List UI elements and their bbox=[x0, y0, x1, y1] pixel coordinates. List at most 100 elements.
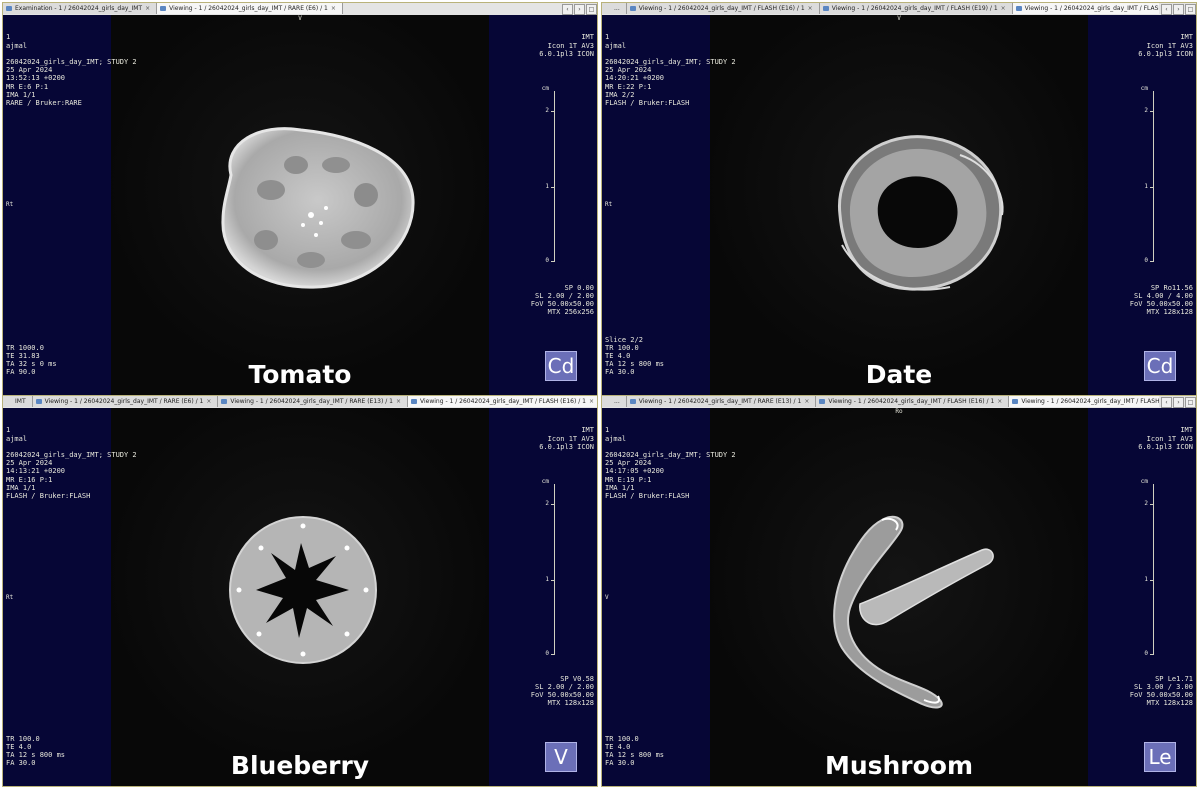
close-icon[interactable]: × bbox=[1001, 5, 1006, 12]
scroll-right-button[interactable]: › bbox=[574, 4, 585, 15]
tab-examination[interactable]: Examination - 1 / 26042024_girls_day_IMT… bbox=[3, 3, 158, 14]
sequence-params-right: SP Le1.71 SL 3.00 / 3.00 FoV 50.00x50.00 MT… bbox=[1129, 674, 1193, 708]
maximize-button[interactable]: □ bbox=[1185, 397, 1196, 408]
system-info: IMT Icon 1T AV3 6.0.1pl3 ICON bbox=[1138, 33, 1193, 58]
orientation-cube-icon[interactable]: Cd bbox=[545, 351, 577, 381]
image-viewport[interactable]: Mushroom Ro V 1 ajmal 26042024_girls_day_I… bbox=[602, 408, 1196, 786]
tab-viewing-flash-e16[interactable]: Viewing - 1 / 26042024_girls_day_IMT / F… bbox=[816, 396, 1010, 407]
close-icon[interactable]: × bbox=[331, 5, 336, 12]
scroll-left-button[interactable]: ‹ bbox=[1161, 4, 1172, 15]
patient-info: 1 ajmal 26042024_girls_day_IMT; STUDY 2 25 … bbox=[6, 33, 137, 107]
patient-info: 1 ajmal 26042024_girls_day_IMT; STUDY 2 25 … bbox=[6, 426, 137, 500]
scale-tick-label: 1 bbox=[545, 183, 549, 190]
tab-viewing-flash-e16[interactable]: Viewing - 1 / 26042024_girls_day_IMT / F… bbox=[408, 396, 597, 407]
tab-viewing-rare-e6[interactable]: Viewing - 1 / 26042024_girls_day_IMT / R… bbox=[157, 3, 343, 14]
window-buttons: ‹ › □ bbox=[1159, 3, 1196, 15]
scale-tick-label: 0 bbox=[1144, 257, 1148, 264]
mri-image-area[interactable]: Mushroom bbox=[710, 408, 1088, 786]
tab-overflow[interactable]: ... bbox=[602, 3, 627, 14]
system-info: IMT Icon 1T AV3 6.0.1pl3 ICON bbox=[539, 426, 594, 451]
tab-viewing-flash-e16[interactable]: Viewing - 1 / 26042024_girls_day_IMT / F… bbox=[626, 3, 820, 14]
document-icon bbox=[6, 6, 12, 11]
tab-viewing-flash-e19[interactable]: Viewing - 1 / 26042024_girls_day_IMT / F… bbox=[819, 3, 1013, 14]
document-icon bbox=[160, 6, 167, 11]
orientation-cube-icon[interactable]: V bbox=[545, 742, 577, 772]
close-icon[interactable]: × bbox=[997, 398, 1002, 405]
document-icon bbox=[411, 399, 418, 404]
blueberry-mri-slice bbox=[229, 516, 377, 664]
image-viewport[interactable]: Tomato V Rt 1 ajmal 26042024_girls_day_IMT… bbox=[3, 15, 597, 395]
maximize-button[interactable]: □ bbox=[1185, 4, 1196, 15]
scale-tick-label: 1 bbox=[1144, 183, 1148, 190]
image-viewport[interactable]: Date V Rt 1 ajmal 26042024_girls_day_IMT; … bbox=[602, 15, 1196, 395]
patient-info: 1 ajmal 26042024_girls_day_IMT; STUDY 2 25 … bbox=[605, 33, 736, 107]
orientation-label-top: V bbox=[298, 15, 302, 22]
scale-tick-label: 0 bbox=[1144, 650, 1148, 657]
orientation-label-top: Ro bbox=[895, 408, 903, 415]
sequence-params-right: SP 0.00 SL 2.00 / 2.00 FoV 50.00x50.00 MTX … bbox=[530, 283, 594, 317]
tab-viewing-rare-e13[interactable]: Viewing - 1 / 26042024_girls_day_IMT / R… bbox=[218, 396, 409, 407]
window-buttons: ‹ › □ bbox=[1159, 396, 1196, 408]
scroll-left-button[interactable]: ‹ bbox=[1161, 397, 1172, 408]
tomato-mri-slice bbox=[221, 127, 415, 289]
window-buttons: ‹ › □ bbox=[560, 3, 597, 15]
tab-overflow[interactable]: IMT bbox=[3, 396, 33, 407]
close-icon[interactable]: × bbox=[145, 5, 150, 12]
sequence-params-left: TR 100.0 TE 4.0 TA 12 s 800 ms FA 30.0 bbox=[605, 734, 665, 768]
document-icon bbox=[629, 6, 636, 11]
scroll-left-button[interactable]: ‹ bbox=[562, 4, 573, 15]
system-info: IMT Icon 1T AV3 6.0.1pl3 ICON bbox=[539, 33, 594, 58]
scale-unit: cm bbox=[541, 85, 549, 92]
scale-bar: cm 2 1 0 bbox=[539, 85, 555, 264]
tab-viewing-rare-e6[interactable]: Viewing - 1 / 26042024_girls_day_IMT / R… bbox=[32, 396, 219, 407]
document-icon bbox=[1015, 6, 1022, 11]
orientation-label-left: Rt bbox=[605, 201, 613, 208]
image-grid: Examination - 1 / 26042024_girls_day_IMT… bbox=[0, 0, 1200, 801]
viewer-panel-date: ... Viewing - 1 / 26042024_girls_day_IMT… bbox=[601, 2, 1197, 396]
scale-tick-label: 0 bbox=[545, 650, 549, 657]
specimen-title: Tomato bbox=[248, 360, 352, 389]
close-icon[interactable]: × bbox=[804, 398, 809, 405]
scale-bar: cm 2 1 0 bbox=[1138, 85, 1154, 264]
close-icon[interactable]: × bbox=[206, 398, 211, 405]
viewer-panel-tomato: Examination - 1 / 26042024_girls_day_IMT… bbox=[2, 2, 598, 396]
specimen-title: Blueberry bbox=[230, 751, 370, 780]
image-viewport[interactable]: Blueberry Rt 1 ajmal 26042024_girls_day_IM… bbox=[3, 408, 597, 786]
maximize-button[interactable]: □ bbox=[586, 4, 597, 15]
document-icon bbox=[822, 6, 829, 11]
mushroom-mri-slice bbox=[833, 515, 994, 709]
scroll-right-button[interactable]: › bbox=[1173, 397, 1184, 408]
orientation-cube-icon[interactable]: Le bbox=[1144, 742, 1176, 772]
close-icon[interactable]: × bbox=[808, 5, 813, 12]
tab-overflow[interactable]: ... bbox=[602, 396, 627, 407]
mri-image-area[interactable]: Tomato bbox=[111, 15, 489, 395]
patient-info: 1 ajmal 26042024_girls_day_IMT; STUDY 2 25 … bbox=[605, 426, 736, 500]
scale-tick-label: 2 bbox=[545, 107, 549, 114]
mri-image-area[interactable]: Blueberry bbox=[111, 408, 489, 786]
sequence-params-left: Slice 2/2 TR 100.0 TE 4.0 TA 12 s 800 ms FA … bbox=[605, 335, 665, 377]
sequence-params-left: TR 1000.0 TE 31.83 TA 32 s 0 ms FA 90.0 bbox=[6, 343, 57, 377]
scale-bar: cm 2 1 0 bbox=[539, 478, 555, 657]
viewer-panel-mushroom: ... Viewing - 1 / 26042024_girls_day_IMT… bbox=[601, 395, 1197, 787]
sequence-params-right: SP Ro11.56 SL 4.00 / 4.00 FoV 50.00x50.00 M… bbox=[1129, 283, 1193, 317]
sequence-params-left: TR 100.0 TE 4.0 TA 12 s 800 ms FA 30.0 bbox=[6, 734, 66, 768]
document-icon bbox=[629, 399, 636, 404]
scale-tick-label: 2 bbox=[1144, 500, 1148, 507]
tab-viewing-rare-e13[interactable]: Viewing - 1 / 26042024_girls_day_IMT / R… bbox=[626, 396, 817, 407]
scale-tick-label: 0 bbox=[545, 257, 549, 264]
orientation-cube-icon[interactable]: Cd bbox=[1144, 351, 1176, 381]
scale-bar: cm 2 1 0 bbox=[1138, 478, 1154, 657]
document-icon bbox=[35, 399, 42, 404]
close-icon[interactable]: × bbox=[396, 398, 401, 405]
scale-unit: cm bbox=[541, 478, 549, 485]
viewer-panel-blueberry: IMT Viewing - 1 / 26042024_girls_day_IMT… bbox=[2, 395, 598, 787]
document-icon bbox=[819, 399, 826, 404]
scale-tick-label: 1 bbox=[545, 576, 549, 583]
mri-image-area[interactable]: Date bbox=[710, 15, 1088, 395]
scroll-right-button[interactable]: › bbox=[1173, 4, 1184, 15]
specimen-title: Mushroom bbox=[824, 751, 974, 780]
close-icon[interactable]: × bbox=[589, 398, 594, 405]
date-mri-slice bbox=[838, 135, 1004, 291]
system-info: IMT Icon 1T AV3 6.0.1pl3 ICON bbox=[1138, 426, 1193, 451]
orientation-label-top: V bbox=[897, 15, 901, 22]
